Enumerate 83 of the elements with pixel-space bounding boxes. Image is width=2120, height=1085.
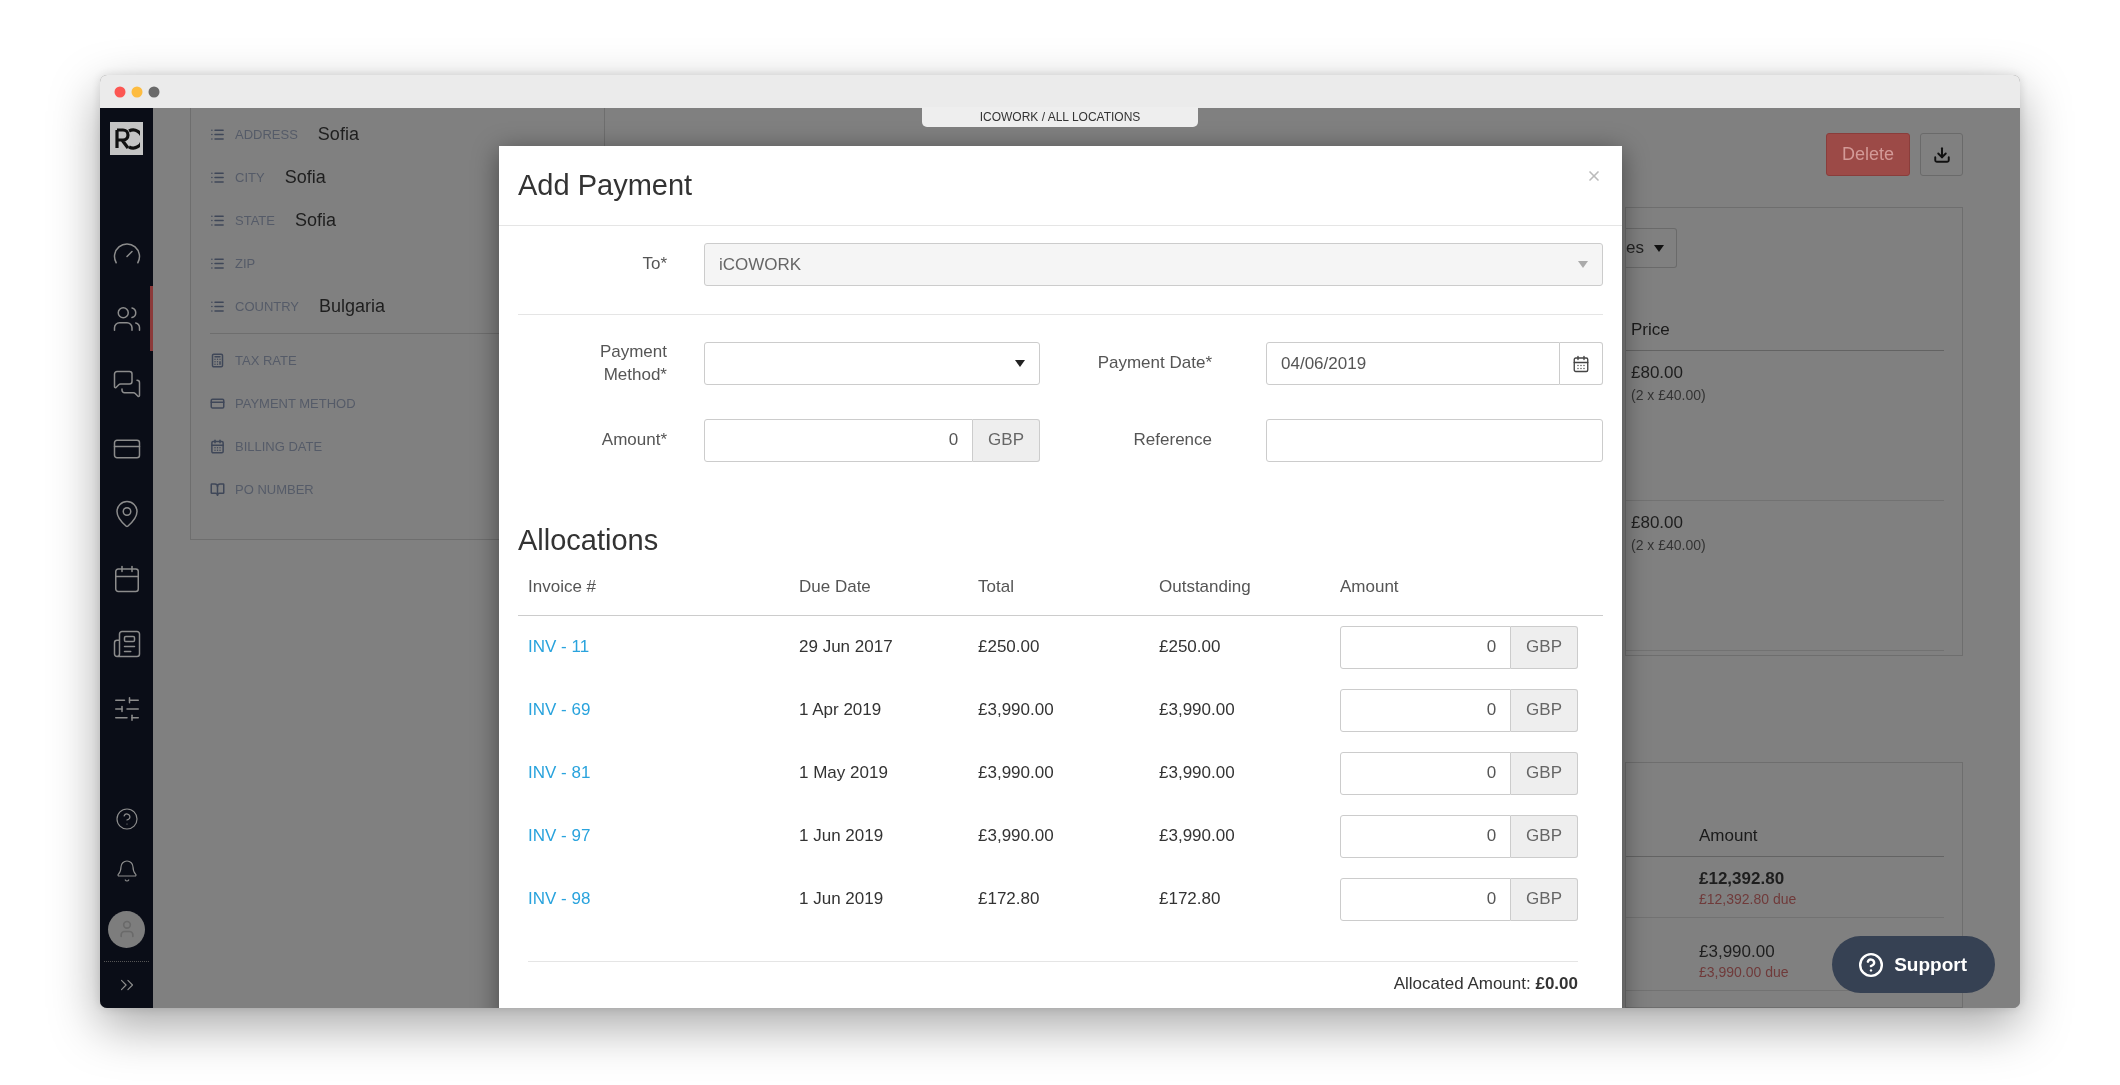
download-icon — [1932, 145, 1951, 164]
amount-due: £12,392.80 due — [1699, 891, 1797, 907]
field-label: Payment Date* — [1097, 352, 1213, 375]
table-cell-text: £3,990.00 — [1159, 826, 1236, 847]
help-icon[interactable] — [114, 807, 139, 831]
list-icon — [210, 170, 225, 185]
column-header: Total — [978, 577, 1015, 598]
table-cell-text: £3,990.00 — [978, 826, 1055, 847]
field-value: Bulgaria — [319, 296, 386, 317]
list-icon — [210, 256, 225, 271]
amount-field[interactable]: 0 — [1340, 877, 1512, 921]
table-cell-text: 1 Jun 2019 — [799, 826, 885, 847]
currency-addon: GBP — [1511, 814, 1578, 858]
price-detail: (2 x £40.00) — [1631, 537, 1706, 553]
table-cell-text: 1 Apr 2019 — [799, 700, 883, 721]
invoice-amount: £3,990.00 — [1699, 942, 1775, 962]
calculator-icon — [210, 353, 225, 368]
calendar-icon — [1572, 354, 1590, 373]
table-cell-text: £3,990.00 — [978, 763, 1055, 784]
field-label: Reference — [1133, 428, 1213, 451]
allocated-total: Allocated Amount: £0.00 — [1392, 972, 1579, 994]
column-header: Amount — [1626, 826, 1944, 857]
section-title: Allocations — [518, 522, 660, 558]
bell-icon[interactable] — [114, 859, 139, 883]
help-icon — [1858, 951, 1885, 978]
column-header: Outstanding — [1159, 577, 1252, 598]
filter-dropdown[interactable]: es — [1626, 228, 1677, 268]
date-field[interactable]: 04/06/2019 — [1266, 342, 1560, 386]
field-value: Sofia — [294, 210, 336, 231]
window-controls-icon — [114, 85, 160, 98]
currency-addon: GBP — [973, 418, 1040, 462]
table-cell-text: £172.80 — [1159, 889, 1222, 910]
list-icon — [210, 127, 225, 142]
reference-field[interactable] — [1266, 418, 1603, 462]
calendar-button[interactable] — [1560, 342, 1603, 386]
caret-icon — [1015, 360, 1025, 368]
field-value: Sofia — [284, 167, 326, 188]
caret-icon — [1578, 261, 1588, 268]
caret-icon — [1653, 244, 1664, 252]
field-label: To* — [642, 253, 667, 276]
amount-field[interactable]: 0 — [1340, 751, 1512, 795]
table-cell-text: £250.00 — [1159, 637, 1222, 658]
currency-addon: GBP — [1511, 877, 1578, 921]
invoice-amount: £12,392.80 — [1699, 869, 1785, 889]
amount-field[interactable]: 0 — [704, 418, 974, 462]
price-detail: (2 x £40.00) — [1631, 387, 1706, 403]
calendar-icon — [210, 439, 225, 454]
amount-field[interactable]: 0 — [1340, 688, 1512, 732]
avatar[interactable] — [108, 910, 145, 948]
column-header: Amount — [1340, 577, 1400, 598]
support-button[interactable]: Support — [1832, 936, 1995, 993]
chat-icon — [111, 368, 142, 399]
price: £80.00 — [1631, 363, 1683, 383]
column-header: Price — [1626, 320, 1944, 351]
table-cell-text: £3,990.00 — [978, 700, 1055, 721]
list-icon — [210, 299, 225, 314]
table-cell-text: 29 Jun 2017 — [799, 637, 894, 658]
amount-field[interactable]: 0 — [1340, 814, 1512, 858]
logo-icon — [110, 122, 143, 155]
column-header: Invoice # — [528, 577, 598, 598]
currency-addon: GBP — [1511, 688, 1578, 732]
table-cell-text: £250.00 — [978, 637, 1041, 658]
table-cell-text: £3,990.00 — [1159, 700, 1236, 721]
field-label: Amount* — [601, 428, 667, 451]
field-value: Sofia — [317, 124, 359, 145]
price: £80.00 — [1631, 513, 1683, 533]
credit-card-icon — [210, 396, 225, 411]
download-button[interactable] — [1920, 133, 1963, 176]
breadcrumb[interactable]: ICOWORK / ALL LOCATIONS — [922, 107, 1198, 127]
table-cell-text: £3,990.00 — [1159, 763, 1236, 784]
table-cell-text: 1 Jun 2019 — [799, 889, 885, 910]
table-cell-text: 1 May 2019 — [799, 763, 889, 784]
dialog-title: Add Payment — [518, 169, 693, 202]
column-header: Due Date — [799, 577, 872, 598]
currency-addon: GBP — [1511, 751, 1578, 795]
amount-field[interactable]: 0 — [1340, 625, 1512, 669]
amount-due: £3,990.00 due — [1699, 964, 1789, 980]
book-icon — [210, 482, 225, 497]
field-label: Payment Method* — [598, 341, 667, 386]
table-cell-text: £172.80 — [978, 889, 1041, 910]
list-icon — [210, 213, 225, 228]
document-icon — [111, 628, 142, 659]
currency-addon: GBP — [1511, 625, 1578, 669]
